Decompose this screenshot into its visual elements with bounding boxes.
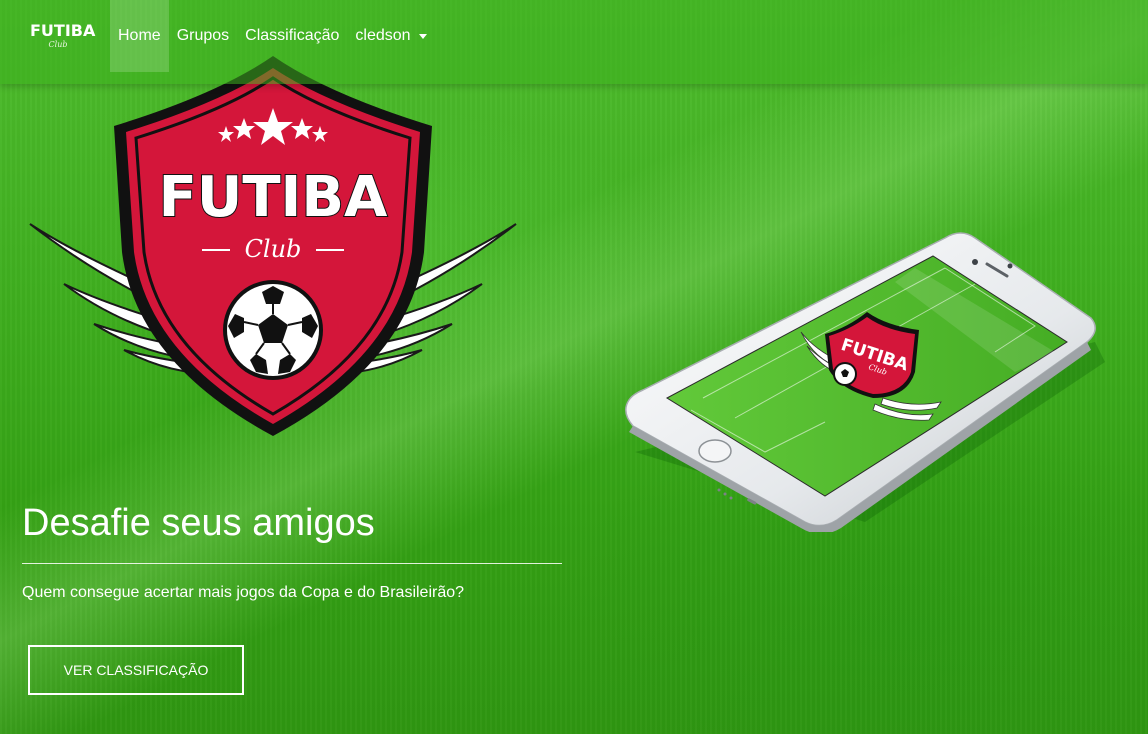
soccer-ball-icon — [223, 280, 323, 380]
navbar: FUTIBA Club Home Grupos Classificação cl… — [0, 0, 1148, 84]
hero-subtitle: Quem consegue acertar mais jogos da Copa… — [22, 584, 465, 601]
nav-links: Home Grupos Classificação cledson — [110, 0, 435, 72]
nav-link-home[interactable]: Home — [110, 0, 169, 72]
brand-subtitle: Club — [48, 40, 68, 49]
user-name: cledson — [355, 27, 411, 44]
futiba-club-logo: FUTIBA Club — [29, 56, 517, 436]
brand-logo[interactable]: FUTIBA Club — [30, 21, 96, 56]
front-sensor — [1007, 263, 1013, 269]
nav-link-classificacao[interactable]: Classificação — [237, 0, 347, 72]
nav-link-grupos[interactable]: Grupos — [169, 0, 237, 72]
caret-down-icon — [418, 33, 427, 39]
page: FUTIBA Club Home Grupos Classificação cl… — [0, 0, 1148, 734]
hero-divider — [22, 563, 562, 564]
brand-title: FUTIBA — [30, 21, 96, 40]
ver-classificacao-button[interactable]: VER CLASSIFICAÇÃO — [28, 645, 244, 695]
home-button — [698, 439, 732, 463]
smartphone-image: FUTIBA Club — [625, 232, 1105, 532]
logo-subtitle: Club — [245, 235, 302, 263]
nav-user-dropdown[interactable]: cledson — [347, 0, 434, 72]
front-camera — [972, 259, 978, 265]
hero-title: Desafie seus amigos — [22, 502, 375, 544]
logo-title: FUTIBA — [159, 165, 388, 230]
